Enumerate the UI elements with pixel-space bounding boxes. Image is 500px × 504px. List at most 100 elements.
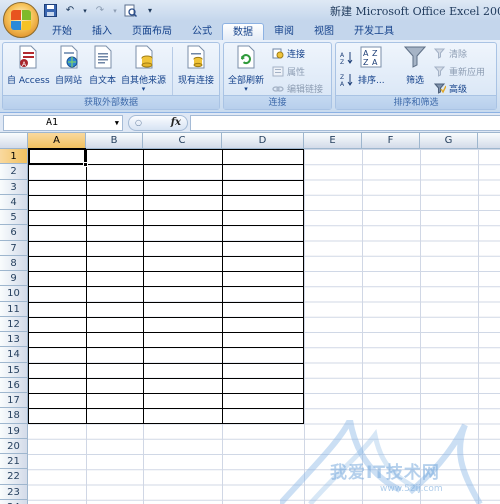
row-header[interactable]: 2: [0, 164, 28, 180]
svg-text:A: A: [340, 52, 345, 59]
table-border-hline: [28, 255, 304, 257]
tab-insert[interactable]: 插入: [82, 23, 122, 40]
reapply-button[interactable]: 重新应用: [434, 65, 485, 78]
table-border-hline: [28, 301, 304, 303]
column-header-F[interactable]: F: [362, 133, 420, 149]
insert-function-icon[interactable]: fx: [171, 117, 181, 128]
column-header-G[interactable]: G: [420, 133, 478, 149]
sort-descending-button[interactable]: ZA: [340, 73, 354, 87]
from-access-button[interactable]: A 自 Access: [7, 45, 50, 86]
row-header[interactable]: 13: [0, 332, 28, 348]
row-header[interactable]: 15: [0, 362, 28, 378]
row-header[interactable]: 11: [0, 301, 28, 317]
tab-data[interactable]: 数据: [222, 23, 264, 40]
title-bar: ↶ ▾ ↷ ▾ ▾ 新建 Microsoft Office Excel 200: [0, 0, 500, 21]
from-other-sources-button[interactable]: 自其他来源 ▾: [121, 45, 166, 93]
row-header[interactable]: 9: [0, 271, 28, 287]
column-header-A[interactable]: A: [28, 133, 86, 149]
column-header-D[interactable]: D: [222, 133, 304, 149]
existing-connections-button[interactable]: 现有连接: [178, 45, 214, 86]
formula-input[interactable]: [190, 115, 500, 131]
gridline: [420, 149, 421, 504]
name-box[interactable]: A1 ▼: [3, 115, 123, 131]
row-header[interactable]: 12: [0, 316, 28, 332]
worksheet: A B C D E F G 1 2 3 4 5 6 7 8 9 10 11 12 13 14 15 16 17 1…: [0, 133, 500, 504]
properties-label: 属性: [287, 68, 306, 78]
advanced-filter-icon: [434, 83, 446, 94]
chevron-down-icon[interactable]: ▼: [115, 116, 119, 130]
row-header[interactable]: 18: [0, 408, 28, 424]
column-header-C[interactable]: C: [143, 133, 222, 149]
link-icon: [272, 86, 284, 92]
table-border-hline: [28, 332, 304, 333]
row-header[interactable]: 3: [0, 179, 28, 195]
sort-ascending-button[interactable]: AZ: [340, 51, 354, 65]
print-preview-icon[interactable]: [122, 3, 138, 18]
sort-button[interactable]: AZZA 排序...: [358, 45, 385, 86]
properties-button[interactable]: 属性: [272, 65, 305, 78]
undo-icon[interactable]: ↶: [62, 3, 78, 18]
tab-formulas[interactable]: 公式: [182, 23, 222, 40]
row-header[interactable]: 14: [0, 347, 28, 363]
row-header[interactable]: 16: [0, 377, 28, 393]
text-file-icon: [92, 45, 114, 69]
connections-button[interactable]: 连接: [272, 47, 305, 60]
from-text-button[interactable]: 自文本: [89, 45, 116, 86]
tab-review[interactable]: 审阅: [264, 23, 304, 40]
undo-dropdown-icon[interactable]: ▾: [82, 3, 88, 18]
row-header[interactable]: 19: [0, 423, 28, 439]
row-header[interactable]: 7: [0, 240, 28, 256]
tab-developer[interactable]: 开发工具: [344, 23, 404, 40]
chevron-down-icon: ▾: [141, 85, 146, 93]
connections-icon: [272, 48, 284, 59]
row-header[interactable]: 21: [0, 454, 28, 470]
sort-za-icon: ZA: [340, 74, 353, 87]
from-access-label: 自 Access: [7, 76, 50, 86]
customize-qat-icon[interactable]: ▾: [142, 3, 158, 18]
row-header[interactable]: 22: [0, 469, 28, 485]
redo-dropdown-icon[interactable]: ▾: [112, 3, 118, 18]
row-header[interactable]: 23: [0, 484, 28, 500]
group-label-sort-filter: 排序和筛选: [336, 95, 496, 109]
row-header[interactable]: 5: [0, 210, 28, 226]
advanced-filter-button[interactable]: 高级: [434, 82, 467, 95]
row-header[interactable]: 4: [0, 194, 28, 210]
edit-links-button[interactable]: 编辑链接: [272, 82, 323, 95]
row-header[interactable]: 10: [0, 286, 28, 302]
table-border-hline: [28, 210, 304, 211]
select-all-corner[interactable]: [0, 133, 28, 149]
row-header[interactable]: 8: [0, 255, 28, 271]
row-header[interactable]: 17: [0, 393, 28, 409]
filter-button[interactable]: 筛选: [403, 45, 427, 86]
formula-controls: ○ fx: [128, 115, 188, 131]
column-header-E[interactable]: E: [304, 133, 362, 149]
clear-filter-button[interactable]: 清除: [434, 47, 467, 60]
fill-handle[interactable]: [83, 162, 88, 167]
column-header-B[interactable]: B: [86, 133, 143, 149]
table-border-hline: [28, 347, 304, 349]
row-header[interactable]: 6: [0, 225, 28, 241]
svg-text:A: A: [372, 58, 378, 67]
tab-view[interactable]: 视图: [304, 23, 344, 40]
row-header[interactable]: 24: [0, 499, 28, 504]
from-web-button[interactable]: 自网站: [55, 45, 82, 86]
formula-bar: A1 ▼ ○ fx: [0, 113, 500, 133]
table-border-hline: [28, 393, 304, 394]
office-logo-icon: [11, 10, 31, 30]
tab-home[interactable]: 开始: [42, 23, 82, 40]
active-cell-A1[interactable]: [28, 148, 86, 165]
advanced-filter-label: 高级: [449, 85, 468, 95]
group-external-data: A 自 Access 自网站 自文本 自其他来源 ▾ 现有连接 获取外部数据: [2, 42, 220, 110]
gridline: [362, 149, 363, 504]
row-header[interactable]: 1: [0, 149, 28, 165]
column-header-overflow[interactable]: [478, 133, 500, 149]
row-header[interactable]: 20: [0, 438, 28, 454]
other-sources-icon: [133, 45, 155, 69]
collapse-handle-icon[interactable]: ○: [135, 118, 142, 127]
refresh-all-button[interactable]: 全部刷新 ▾: [228, 45, 264, 93]
save-icon[interactable]: [42, 3, 58, 18]
office-button[interactable]: [3, 2, 39, 38]
redo-icon[interactable]: ↷: [92, 3, 108, 18]
table-border-hline: [28, 286, 304, 288]
tab-page-layout[interactable]: 页面布局: [122, 23, 182, 40]
